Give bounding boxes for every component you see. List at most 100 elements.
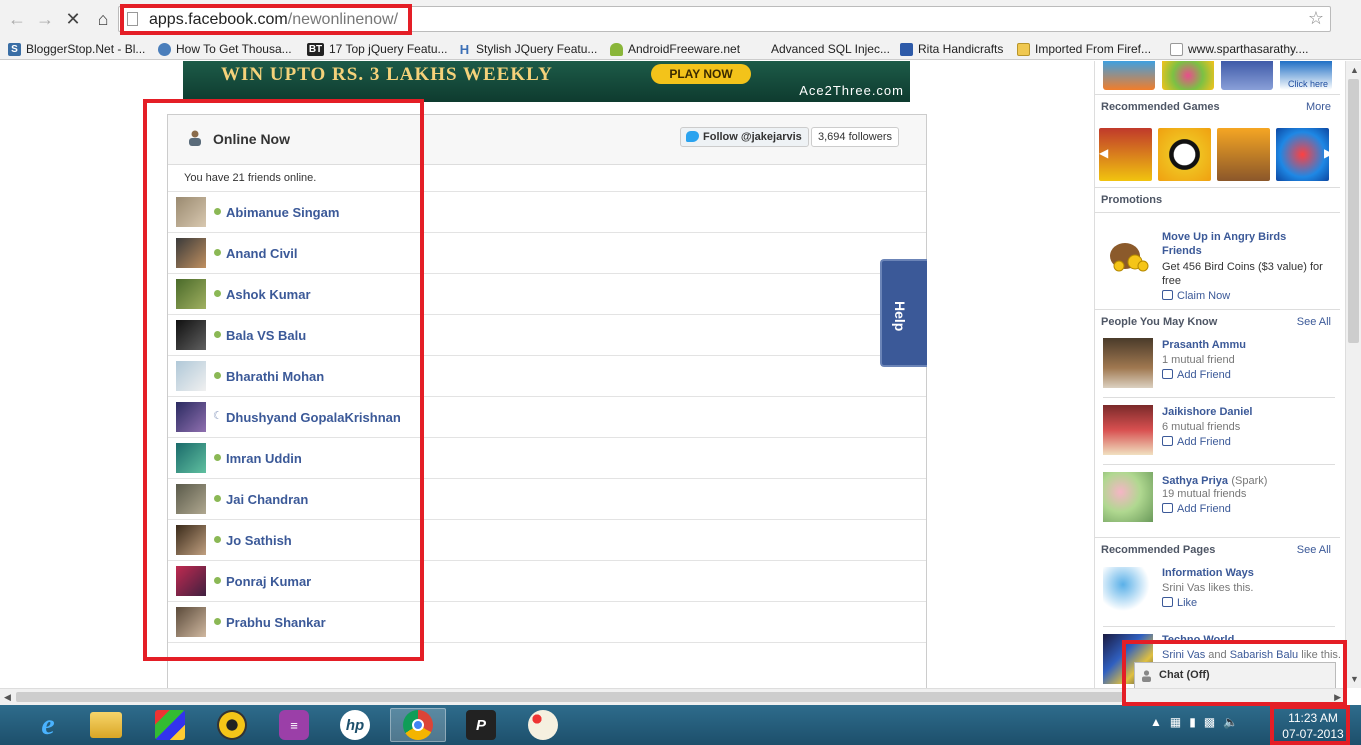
bookmark-star-icon[interactable]: ☆ (1308, 8, 1324, 29)
friend-avatar[interactable] (176, 238, 206, 268)
people-see-all-link[interactable]: See All (1297, 316, 1331, 328)
twitter-follow-button[interactable]: Follow @jakejarvis (680, 127, 809, 147)
scroll-right-icon[interactable]: ▶ (1334, 692, 1341, 703)
promotion-link[interactable]: Move Up in Angry Birds Friends (1162, 230, 1322, 258)
friend-row[interactable]: Imran Uddin (168, 437, 926, 478)
claim-now-link[interactable]: Claim Now (1162, 290, 1230, 302)
click-here-tile[interactable]: Click here (1280, 61, 1332, 90)
friend-row[interactable]: ☾ Dhushyand GopalaKrishnan (168, 396, 926, 437)
friend-avatar[interactable] (176, 402, 206, 432)
friend-avatar[interactable] (176, 197, 206, 227)
chevron-left-icon[interactable]: ◀ (1099, 146, 1108, 160)
game-tile[interactable] (1162, 61, 1214, 90)
friend-row[interactable]: Bharathi Mohan (168, 355, 926, 396)
like-button[interactable]: Like (1162, 597, 1197, 609)
friend-avatar[interactable] (176, 279, 206, 309)
page-name[interactable]: Techno World (1162, 634, 1234, 646)
page-name[interactable]: Information Ways (1162, 567, 1254, 579)
friend-avatar[interactable] (176, 566, 206, 596)
friend-avatar[interactable] (176, 361, 206, 391)
show-hidden-icons-icon[interactable]: ▲ (1150, 715, 1162, 729)
taskbar-app-ie[interactable]: e (20, 708, 76, 742)
url-text[interactable]: apps.facebook.com/newonlinenow/ (149, 11, 398, 29)
bookmark-item[interactable]: Rita Handicrafts (900, 40, 1003, 58)
play-now-button[interactable]: PLAY NOW (651, 64, 751, 84)
tray-app-icon[interactable]: ▦ (1170, 715, 1181, 729)
bookmark-item[interactable]: How To Get Thousa... (158, 40, 292, 58)
taskbar-app-puzzle[interactable] (142, 708, 198, 742)
friend-name[interactable]: Ponraj Kumar (226, 574, 311, 589)
chat-bar[interactable]: Chat (Off) (1134, 662, 1336, 688)
help-tab[interactable]: Help (880, 259, 927, 367)
friend-row[interactable]: Jo Sathish (168, 519, 926, 560)
game-tile[interactable] (1221, 61, 1273, 90)
bookmark-item[interactable]: AndroidFreeware.net (610, 40, 740, 58)
taskbar-app-media[interactable] (204, 708, 260, 742)
game-tile[interactable] (1103, 61, 1155, 90)
friend-name[interactable]: Jai Chandran (226, 492, 308, 507)
taskbar-app-connection[interactable]: ≡ (266, 708, 322, 742)
game-tile[interactable] (1276, 128, 1329, 181)
person-name[interactable]: Prasanth Ammu (1162, 339, 1246, 351)
home-icon[interactable]: ⌂ (92, 8, 114, 30)
friend-row[interactable]: Ponraj Kumar (168, 560, 926, 601)
mutual-friends[interactable]: 19 mutual friends (1162, 488, 1246, 500)
friend-row[interactable]: Prabhu Shankar (168, 601, 926, 642)
mutual-friends[interactable]: 1 mutual friend (1162, 354, 1235, 366)
games-more-link[interactable]: More (1306, 101, 1331, 113)
followers-count[interactable]: 3,694 followers (811, 127, 899, 147)
bookmark-item[interactable]: S BloggerStop.Net - Bl... (8, 40, 145, 58)
back-arrow-icon[interactable]: ← (6, 8, 28, 30)
avatar[interactable] (1103, 472, 1153, 522)
friend-name[interactable]: Jo Sathish (226, 533, 292, 548)
forward-arrow-icon[interactable]: → (34, 8, 56, 30)
friend-avatar[interactable] (176, 484, 206, 514)
avatar[interactable] (1103, 338, 1153, 388)
friend-name[interactable]: Prabhu Shankar (226, 615, 326, 630)
bookmark-item[interactable]: www.sparthasarathy.... (1170, 40, 1309, 58)
add-friend-button[interactable]: Add Friend (1162, 369, 1231, 381)
ad-banner[interactable]: WIN UPTO RS. 3 LAKHS WEEKLY PLAY NOW Ace… (183, 61, 910, 102)
liker-name[interactable]: Srini Vas (1162, 649, 1205, 661)
friend-row[interactable]: Jai Chandran (168, 478, 926, 519)
friend-name[interactable]: Anand Civil (226, 246, 298, 261)
scrollbar-thumb[interactable] (1348, 79, 1359, 343)
address-bar[interactable]: apps.facebook.com/newonlinenow/ ☆ (118, 6, 1331, 32)
friend-name[interactable]: Bala VS Balu (226, 328, 306, 343)
taskbar-app-chrome[interactable] (390, 708, 446, 742)
friend-row[interactable]: Anand Civil (168, 232, 926, 273)
person-name[interactable]: Jaikishore Daniel (1162, 406, 1253, 418)
volume-icon[interactable]: 🔈 (1223, 715, 1238, 729)
friend-avatar[interactable] (176, 443, 206, 473)
friend-name[interactable]: Abimanue Singam (226, 205, 339, 220)
scrollbar-thumb[interactable] (16, 692, 1126, 702)
system-clock[interactable]: 11:23 AM 07-07-2013 (1280, 710, 1346, 742)
pages-see-all-link[interactable]: See All (1297, 544, 1331, 556)
page-thumbnail[interactable] (1103, 567, 1153, 617)
billiards-game-tile[interactable] (1158, 128, 1211, 181)
friend-name[interactable]: Ashok Kumar (226, 287, 311, 302)
power-icon[interactable]: ▮ (1189, 715, 1196, 729)
friend-row[interactable]: Abimanue Singam (168, 191, 926, 232)
friend-name[interactable]: Bharathi Mohan (226, 369, 324, 384)
friend-avatar[interactable] (176, 607, 206, 637)
friend-name[interactable]: Dhushyand GopalaKrishnan (226, 410, 401, 425)
add-friend-button[interactable]: Add Friend (1162, 503, 1231, 515)
friend-avatar[interactable] (176, 320, 206, 350)
taskbar-app-paint[interactable] (515, 708, 571, 742)
person-name[interactable]: Sathya Priya (1162, 475, 1228, 487)
bookmark-folder[interactable]: Imported From Firef... (1017, 40, 1151, 58)
taskbar-app-hp[interactable]: hp (327, 708, 383, 742)
taskbar-app-explorer[interactable] (78, 708, 134, 742)
friend-row[interactable]: Ashok Kumar (168, 273, 926, 314)
stop-loading-icon[interactable]: ✕ (62, 8, 84, 30)
scroll-left-icon[interactable]: ◀ (4, 692, 11, 703)
horizontal-scrollbar[interactable]: ◀ ▶ (0, 688, 1345, 705)
signal-icon[interactable]: ▩ (1204, 715, 1215, 729)
bookmark-item[interactable]: H Stylish JQuery Featu... (458, 40, 598, 58)
taskbar-app-p[interactable]: P (453, 708, 509, 742)
avatar[interactable] (1103, 405, 1153, 455)
scroll-up-icon[interactable]: ▲ (1350, 65, 1359, 75)
scroll-down-icon[interactable]: ▼ (1350, 674, 1359, 684)
game-tile[interactable] (1217, 128, 1270, 181)
